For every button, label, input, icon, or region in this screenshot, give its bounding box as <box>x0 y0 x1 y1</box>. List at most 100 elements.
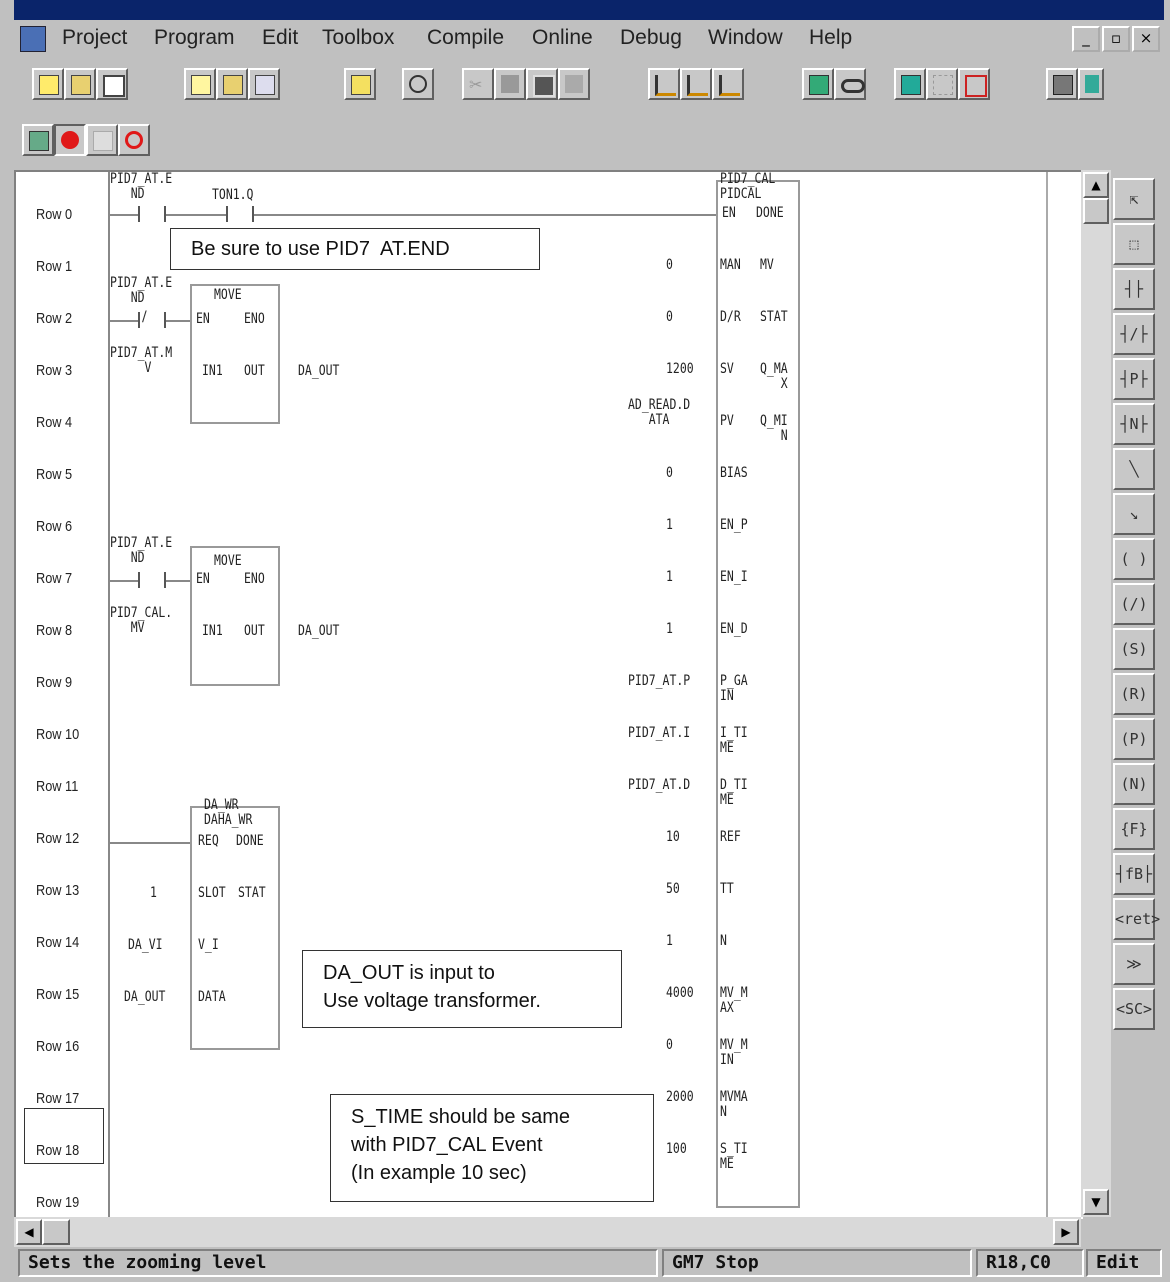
network-button[interactable] <box>1078 68 1104 100</box>
tool-button[interactable]: ┤fB├ <box>1113 853 1155 895</box>
horizontal-scrollbar[interactable]: ◀ ▶ <box>14 1217 1081 1247</box>
tool-button[interactable]: ⇱ <box>1113 178 1155 220</box>
new-project-button[interactable] <box>32 68 64 100</box>
tool-button[interactable]: (S) <box>1113 628 1155 670</box>
pid-output-label: STAT <box>760 309 788 325</box>
stop-button[interactable] <box>54 124 86 156</box>
pid-input-value: 4000 <box>666 985 694 1001</box>
pid-input-value: 1 <box>666 933 673 949</box>
app-window: Project Program Edit Toolbox Compile Onl… <box>0 0 1170 1282</box>
pid-input-value: PID7_AT.D <box>628 777 691 793</box>
tool-button[interactable]: ┤N├ <box>1113 403 1155 445</box>
pin-label: V_I <box>198 937 219 953</box>
tool-button[interactable]: ╲ <box>1113 448 1155 490</box>
menu-compile[interactable]: Compile <box>427 26 504 50</box>
restore-button[interactable]: ▫ <box>1102 26 1130 52</box>
close-button[interactable]: × <box>1132 26 1160 52</box>
menu-edit[interactable]: Edit <box>262 26 298 50</box>
pid-pin-label: P_GA IN <box>720 673 748 704</box>
tool-button[interactable]: (/) <box>1113 583 1155 625</box>
menu-toolbox[interactable]: Toolbox <box>322 26 394 50</box>
monitor-cancel-button[interactable] <box>958 68 990 100</box>
copy-button[interactable] <box>494 68 526 100</box>
tool-button[interactable]: <ret> <box>1113 898 1160 940</box>
no-contact[interactable] <box>138 206 166 222</box>
nc-contact[interactable]: / <box>138 309 166 328</box>
scroll-left-button[interactable]: ◀ <box>16 1219 42 1245</box>
menu-program[interactable]: Program <box>154 26 235 50</box>
run-icon <box>29 131 49 151</box>
ladder-view-2-button[interactable] <box>680 68 712 100</box>
pin-label: REQ <box>198 833 219 849</box>
no-entry-icon <box>125 131 143 149</box>
variable-label: PID7_AT.M V <box>110 345 173 376</box>
connect-button[interactable] <box>802 68 834 100</box>
row-label: Row 1 <box>36 258 73 275</box>
pause-button[interactable] <box>86 124 118 156</box>
cut-button[interactable]: ✂ <box>462 68 494 100</box>
variable-label: DA_OUT <box>124 989 166 1005</box>
tool-button[interactable]: {F} <box>1113 808 1155 850</box>
tool-button[interactable]: ┤├ <box>1113 268 1155 310</box>
move-block[interactable] <box>190 284 280 424</box>
paste-button[interactable] <box>526 68 558 100</box>
debug-stop-button[interactable] <box>118 124 150 156</box>
pid-input-value: 10 <box>666 829 680 845</box>
pause-icon <box>93 131 113 151</box>
variable-button[interactable] <box>344 68 376 100</box>
minimize-button[interactable]: _ <box>1072 26 1100 52</box>
pid-input-value: 1 <box>666 621 673 637</box>
open-program-button[interactable] <box>216 68 248 100</box>
save-project-button[interactable] <box>96 68 128 100</box>
ladder-icon <box>719 75 740 96</box>
undo-button[interactable] <box>402 68 434 100</box>
tool-button[interactable]: ↘ <box>1113 493 1155 535</box>
ladder-view-1-button[interactable] <box>648 68 680 100</box>
monitor-stop-button[interactable] <box>926 68 958 100</box>
tool-button[interactable]: (N) <box>1113 763 1155 805</box>
monitor-button[interactable] <box>894 68 926 100</box>
pid-pin-label: BIAS <box>720 465 748 481</box>
copy-icon <box>501 75 519 93</box>
tool-button[interactable]: ( ) <box>1113 538 1155 580</box>
vertical-scrollbar[interactable]: ▲ ▼ <box>1081 170 1111 1217</box>
ladder-editor[interactable]: Row 0 Row 1 Row 2 Row 3 Row 4 Row 5 Row 6 Row 7… <box>14 170 1083 1219</box>
menu-window[interactable]: Window <box>708 26 783 50</box>
tool-button[interactable]: ┤/├ <box>1113 313 1155 355</box>
delete-button[interactable] <box>558 68 590 100</box>
pin-label: DATA <box>198 989 226 1005</box>
scroll-down-button[interactable]: ▼ <box>1083 1189 1109 1215</box>
scroll-thumb[interactable] <box>1083 198 1109 224</box>
scroll-up-button[interactable]: ▲ <box>1083 172 1109 198</box>
tool-button[interactable]: (P) <box>1113 718 1155 760</box>
print-button[interactable] <box>1046 68 1078 100</box>
menu-project[interactable]: Project <box>62 26 127 50</box>
menu-online[interactable]: Online <box>532 26 593 50</box>
scroll-right-button[interactable]: ▶ <box>1053 1219 1079 1245</box>
tool-button[interactable]: <SC> <box>1113 988 1155 1030</box>
new-program-button[interactable] <box>184 68 216 100</box>
folder-icon <box>223 75 243 95</box>
pid-output-label: Q_MI N <box>760 413 788 444</box>
pin-label: ENO <box>244 571 265 587</box>
tool-button[interactable]: ┤P├ <box>1113 358 1155 400</box>
open-project-button[interactable] <box>64 68 96 100</box>
ladder-view-3-button[interactable] <box>712 68 744 100</box>
scroll-thumb[interactable] <box>42 1219 70 1245</box>
pid-input-value: 1 <box>666 517 673 533</box>
tool-button[interactable]: ⬚ <box>1113 223 1155 265</box>
link-icon <box>841 79 865 93</box>
pid-input-value: 0 <box>666 465 673 481</box>
pid-input-value: 50 <box>666 881 680 897</box>
menu-debug[interactable]: Debug <box>620 26 682 50</box>
menu-help[interactable]: Help <box>809 26 852 50</box>
tool-button[interactable]: (R) <box>1113 673 1155 715</box>
run-button[interactable] <box>22 124 54 156</box>
no-contact[interactable] <box>226 206 254 222</box>
printer-icon <box>1053 75 1073 95</box>
no-contact[interactable] <box>138 572 166 588</box>
link-button[interactable] <box>834 68 866 100</box>
contact-label: PID7_AT.E ND <box>110 275 173 306</box>
tool-button[interactable]: ≫ <box>1113 943 1155 985</box>
save-program-button[interactable] <box>248 68 280 100</box>
